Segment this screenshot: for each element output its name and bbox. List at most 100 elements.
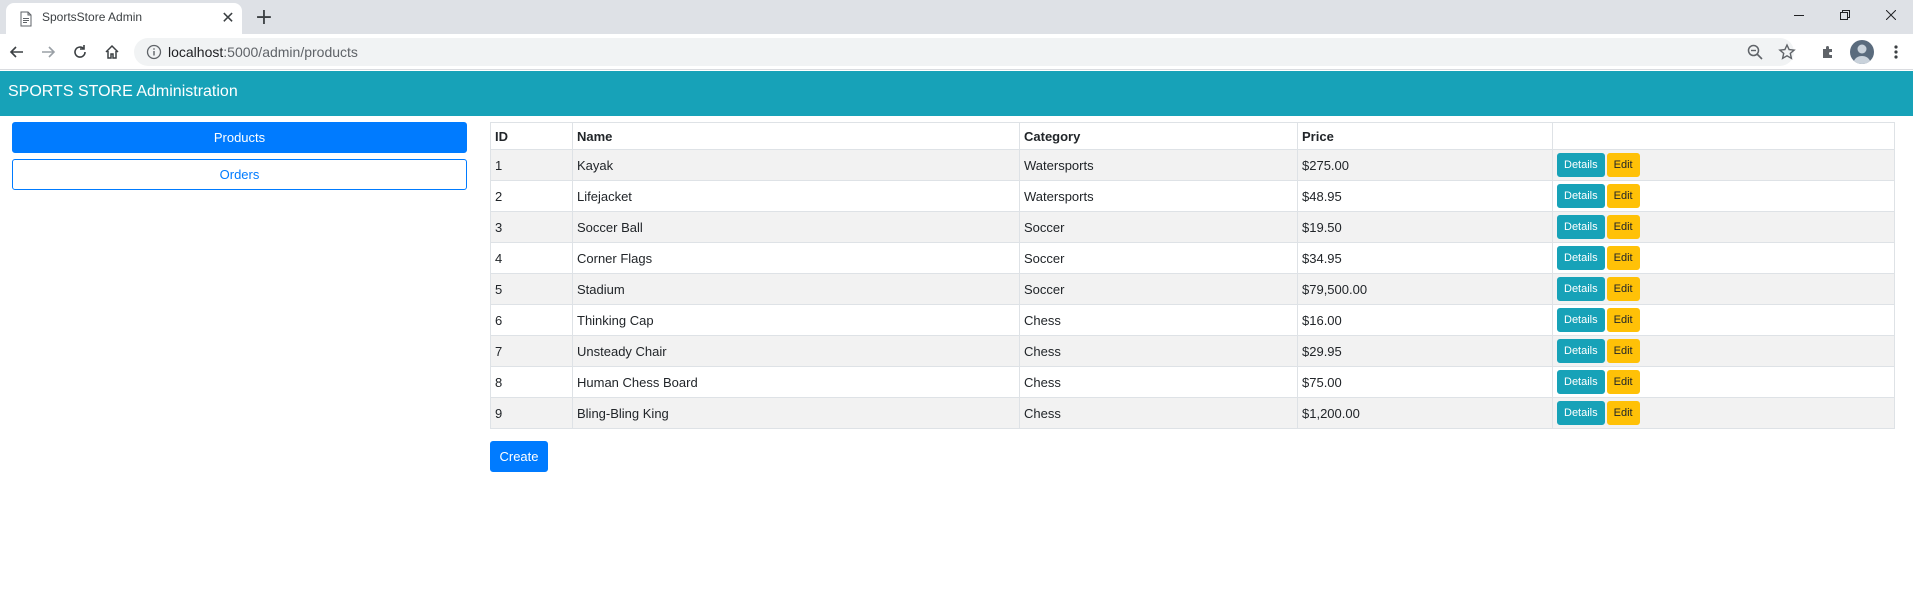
cell-id: 5	[490, 273, 573, 305]
cell-category: Soccer	[1019, 273, 1298, 305]
table-row: 5 Stadium Soccer $79,500.00 Details Edit	[490, 273, 1895, 305]
cell-price: $1,200.00	[1297, 397, 1553, 429]
details-button[interactable]: Details	[1557, 215, 1605, 239]
close-icon[interactable]: ✕	[219, 9, 237, 27]
cell-actions: Details Edit	[1552, 180, 1895, 212]
table-row: 2 Lifejacket Watersports $48.95 Details E…	[490, 180, 1895, 212]
cell-actions: Details Edit	[1552, 335, 1895, 367]
cell-actions: Details Edit	[1552, 242, 1895, 274]
browser-toolbar: localhost:5000/admin/products	[0, 34, 1913, 70]
cell-actions: Details Edit	[1552, 149, 1895, 181]
tab-title: SportsStore Admin	[42, 10, 143, 24]
cell-id: 2	[490, 180, 573, 212]
cell-category: Chess	[1019, 397, 1298, 429]
cell-name: Stadium	[572, 273, 1020, 305]
edit-button[interactable]: Edit	[1606, 184, 1640, 208]
cell-name: Human Chess Board	[572, 366, 1020, 398]
back-icon[interactable]	[5, 40, 29, 64]
cell-category: Chess	[1019, 366, 1298, 398]
header-id: ID	[490, 122, 573, 150]
brand-title: SPORTS STORE Administration	[8, 83, 238, 100]
details-button[interactable]: Details	[1557, 339, 1605, 363]
cell-id: 8	[490, 366, 573, 398]
page-icon	[18, 11, 34, 27]
edit-button[interactable]: Edit	[1606, 339, 1640, 363]
details-button[interactable]: Details	[1557, 184, 1605, 208]
cell-id: 3	[490, 211, 573, 243]
address-bar[interactable]: localhost:5000/admin/products	[134, 38, 1796, 66]
cell-actions: Details Edit	[1552, 397, 1895, 429]
cell-price: $75.00	[1297, 366, 1553, 398]
sidebar-item-orders[interactable]: Orders	[12, 159, 467, 190]
edit-button[interactable]: Edit	[1606, 308, 1640, 332]
header-category: Category	[1019, 122, 1298, 150]
home-icon[interactable]	[100, 40, 124, 64]
edit-button[interactable]: Edit	[1606, 215, 1640, 239]
header-price: Price	[1297, 122, 1553, 150]
cell-name: Thinking Cap	[572, 304, 1020, 336]
cell-price: $79,500.00	[1297, 273, 1553, 305]
details-button[interactable]: Details	[1557, 153, 1605, 177]
cell-id: 9	[490, 397, 573, 429]
details-button[interactable]: Details	[1557, 308, 1605, 332]
details-button[interactable]: Details	[1557, 370, 1605, 394]
cell-id: 1	[490, 149, 573, 181]
table-row: 4 Corner Flags Soccer $34.95 Details Edit	[490, 242, 1895, 274]
close-window-icon[interactable]	[1868, 0, 1913, 30]
cell-category: Soccer	[1019, 211, 1298, 243]
zoom-icon[interactable]	[1746, 43, 1764, 61]
cell-price: $19.50	[1297, 211, 1553, 243]
cell-category: Chess	[1019, 304, 1298, 336]
details-button[interactable]: Details	[1557, 401, 1605, 425]
restore-icon[interactable]	[1822, 0, 1868, 30]
products-table: ID Name Category Price 1 Kayak Waterspor…	[490, 122, 1895, 429]
details-button[interactable]: Details	[1557, 246, 1605, 270]
edit-button[interactable]: Edit	[1606, 246, 1640, 270]
cell-name: Unsteady Chair	[572, 335, 1020, 367]
products-table-container: ID Name Category Price 1 Kayak Waterspor…	[490, 122, 1895, 429]
table-row: 8 Human Chess Board Chess $75.00 Details…	[490, 366, 1895, 398]
info-icon[interactable]	[146, 44, 162, 60]
minimize-icon[interactable]	[1776, 0, 1822, 30]
cell-actions: Details Edit	[1552, 304, 1895, 336]
cell-price: $275.00	[1297, 149, 1553, 181]
cell-category: Watersports	[1019, 180, 1298, 212]
app-navbar: SPORTS STORE Administration	[0, 71, 1913, 116]
cell-category: Chess	[1019, 335, 1298, 367]
reload-icon[interactable]	[68, 40, 92, 64]
cell-name: Kayak	[572, 149, 1020, 181]
cell-name: Soccer Ball	[572, 211, 1020, 243]
cell-category: Watersports	[1019, 149, 1298, 181]
cell-actions: Details Edit	[1552, 366, 1895, 398]
avatar[interactable]	[1850, 40, 1874, 64]
extensions-icon[interactable]	[1816, 40, 1840, 64]
cell-id: 4	[490, 242, 573, 274]
edit-button[interactable]: Edit	[1606, 277, 1640, 301]
cell-actions: Details Edit	[1552, 273, 1895, 305]
sidebar: Products Orders	[12, 122, 467, 196]
edit-button[interactable]: Edit	[1606, 401, 1640, 425]
edit-button[interactable]: Edit	[1606, 153, 1640, 177]
header-actions	[1552, 122, 1895, 150]
star-icon[interactable]	[1778, 43, 1796, 61]
forward-icon[interactable]	[36, 40, 60, 64]
cell-id: 7	[490, 335, 573, 367]
details-button[interactable]: Details	[1557, 277, 1605, 301]
cell-category: Soccer	[1019, 242, 1298, 274]
browser-tab[interactable]: SportsStore Admin ✕	[6, 3, 242, 34]
table-row: 6 Thinking Cap Chess $16.00 Details Edit	[490, 304, 1895, 336]
edit-button[interactable]: Edit	[1606, 370, 1640, 394]
cell-price: $16.00	[1297, 304, 1553, 336]
table-row: 9 Bling-Bling King Chess $1,200.00 Detai…	[490, 397, 1895, 429]
table-row: 7 Unsteady Chair Chess $29.95 Details Edi…	[490, 335, 1895, 367]
url-text: localhost:5000/admin/products	[168, 44, 358, 60]
browser-tabstrip: SportsStore Admin ✕ +	[0, 0, 1913, 34]
sidebar-item-products[interactable]: Products	[12, 122, 467, 153]
table-header-row: ID Name Category Price	[490, 122, 1895, 150]
plus-icon[interactable]: +	[252, 7, 276, 31]
menu-icon[interactable]	[1884, 40, 1908, 64]
table-row: 1 Kayak Watersports $275.00 Details Edit	[490, 149, 1895, 181]
cell-price: $29.95	[1297, 335, 1553, 367]
cell-name: Bling-Bling King	[572, 397, 1020, 429]
create-button[interactable]: Create	[490, 441, 548, 472]
